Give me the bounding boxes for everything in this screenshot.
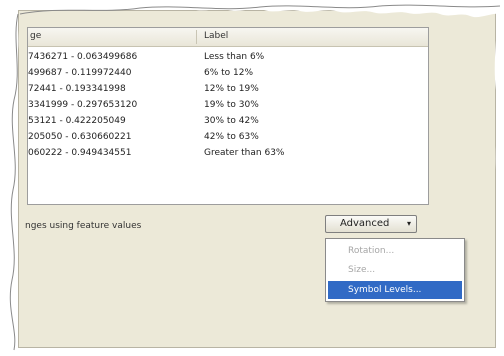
row-range: 72441 - 0.193341998 (28, 84, 126, 94)
row-label[interactable]: 12% to 19% (204, 81, 259, 97)
row-range: 205050 - 0.630660221 (28, 132, 132, 142)
row-label[interactable]: Greater than 63% (204, 145, 284, 161)
table-row[interactable]: 53121 - 0.422205049 30% to 42% (28, 113, 428, 129)
table-row[interactable]: 72441 - 0.193341998 12% to 19% (28, 81, 428, 97)
row-range: 3341999 - 0.297653120 (28, 100, 138, 110)
row-range: 060222 - 0.949434551 (28, 148, 132, 158)
menu-item-size[interactable]: Size... (328, 261, 462, 279)
table-row[interactable]: 205050 - 0.630660221 42% to 63% (28, 129, 428, 145)
menu-item-rotation[interactable]: Rotation... (328, 242, 462, 260)
row-range: 499687 - 0.119972440 (28, 68, 132, 78)
table-row[interactable]: 060222 - 0.949434551 Greater than 63% (28, 145, 428, 161)
table-header: ge Label (28, 28, 428, 47)
menu-item-symbol-levels[interactable]: Symbol Levels... (328, 281, 462, 299)
row-label[interactable]: Less than 6% (204, 49, 264, 65)
show-ranges-option-label: nges using feature values (25, 221, 142, 231)
table-row[interactable]: 3341999 - 0.297653120 19% to 30% (28, 97, 428, 113)
advanced-dropdown-menu: Rotation... Size... Symbol Levels... (325, 238, 465, 302)
class-ranges-table: ge Label 7436271 - 0.063499686 Less than… (27, 27, 429, 205)
advanced-button[interactable]: Advanced ▾ (325, 215, 417, 233)
column-header-range[interactable]: ge (30, 31, 41, 41)
table-row[interactable]: 7436271 - 0.063499686 Less than 6% (28, 49, 428, 65)
column-separator[interactable] (196, 30, 197, 44)
row-range: 7436271 - 0.063499686 (28, 52, 138, 62)
column-header-label[interactable]: Label (204, 31, 228, 41)
row-label[interactable]: 19% to 30% (204, 97, 259, 113)
row-label[interactable]: 30% to 42% (204, 113, 259, 129)
advanced-button-label: Advanced (340, 218, 390, 229)
table-body: 7436271 - 0.063499686 Less than 6% 49968… (28, 49, 428, 161)
dropdown-arrow-icon: ▾ (406, 219, 411, 228)
row-label[interactable]: 42% to 63% (204, 129, 259, 145)
row-label[interactable]: 6% to 12% (204, 65, 253, 81)
row-range: 53121 - 0.422205049 (28, 116, 126, 126)
table-row[interactable]: 499687 - 0.119972440 6% to 12% (28, 65, 428, 81)
dialog-panel: ge Label 7436271 - 0.063499686 Less than… (18, 10, 496, 348)
